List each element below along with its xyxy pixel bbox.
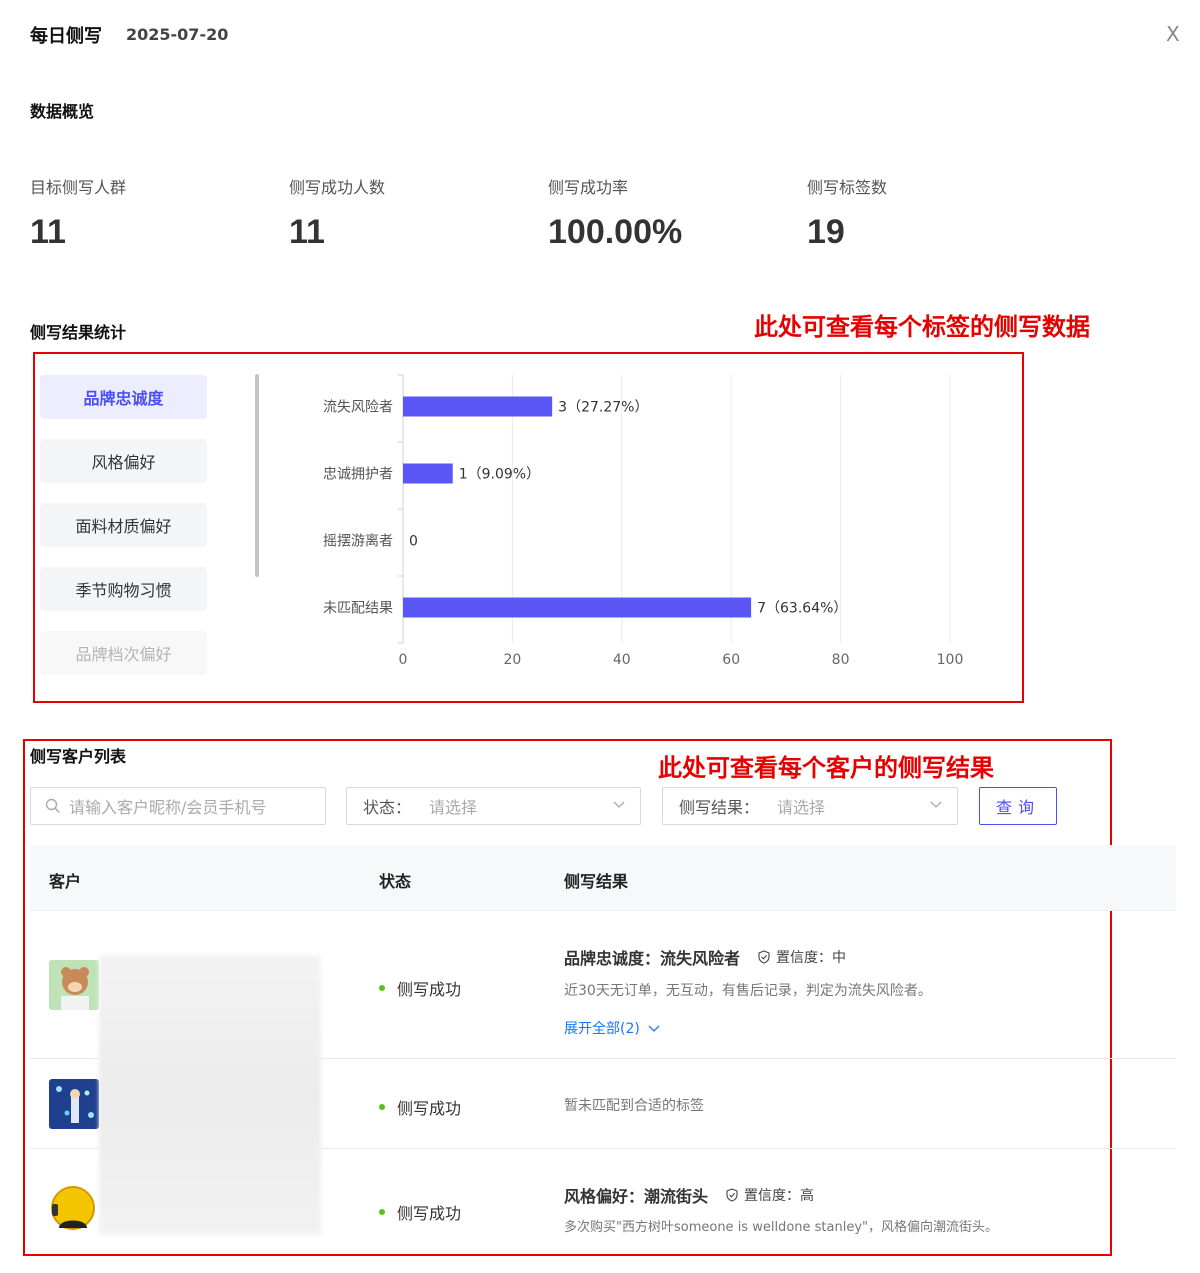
expand-all-label: 展开全部(2)	[564, 1021, 640, 1037]
stat-label-tag-count: 侧写标签数	[807, 178, 888, 197]
result-select-placeholder: 请选择	[777, 798, 826, 817]
status-select-placeholder: 请选择	[429, 798, 478, 817]
bar	[403, 396, 553, 417]
avatar[interactable]	[49, 960, 99, 1010]
y-category-label: 未匹配结果	[323, 601, 393, 617]
annotation-customer-results: 此处可查看每个客户的侧写结果	[658, 754, 994, 782]
avatar[interactable]	[49, 1079, 99, 1129]
result-description: 近30天无订单，无互动，有售后记录，判定为流失风险者。	[564, 983, 932, 999]
confidence-text: 置信度：高	[744, 1188, 815, 1204]
x-tick-label: 100	[937, 652, 964, 668]
y-category-label: 忠诚拥护者	[323, 467, 393, 483]
data-label: 1（9.09%）	[459, 467, 540, 483]
stat-value-success-count: 11	[289, 213, 325, 251]
status-text: 侧写成功	[397, 1099, 462, 1118]
confidence-text: 置信度：中	[776, 950, 847, 966]
drawer-title: 每日侧写	[30, 26, 102, 47]
status-dot	[379, 985, 385, 991]
query-button[interactable]: 查询	[979, 787, 1057, 825]
annotation-tag-data: 此处可查看每个标签的侧写数据	[754, 313, 1090, 341]
result-title: 品牌忠诚度：流失风险者 置信度：中	[564, 945, 846, 969]
shield-check-icon	[726, 1188, 738, 1202]
status-text: 侧写成功	[397, 980, 462, 999]
result-tag: 品牌忠诚度：流失风险者	[564, 949, 741, 968]
search-icon	[45, 798, 60, 813]
status-success: 侧写成功	[379, 976, 461, 1000]
y-category-label: 摇摆游离者	[323, 533, 393, 550]
tabs-scrollbar[interactable]	[255, 374, 259, 577]
stat-value-tag-count: 19	[807, 213, 845, 251]
x-tick-label: 40	[613, 652, 631, 668]
result-description: 多次购买"西方树叶someone is welldone stanley"，风格…	[564, 1220, 998, 1235]
chevron-down-icon	[929, 797, 943, 815]
result-description: 暂未匹配到合适的标签	[564, 1098, 704, 1114]
column-customer: 客户	[49, 872, 82, 891]
status-text: 侧写成功	[397, 1204, 462, 1223]
column-status: 状态	[379, 872, 412, 891]
stat-label-success-count: 侧写成功人数	[289, 178, 386, 197]
status-dot	[379, 1104, 385, 1110]
result-select-label: 侧写结果：	[679, 798, 760, 817]
search-input[interactable]: 请输入客户昵称/会员手机号	[30, 787, 326, 825]
report-date: 2025-07-20	[126, 25, 229, 44]
confidence: 置信度：中	[758, 947, 846, 967]
results-title: 侧写结果统计	[30, 323, 127, 342]
shield-check-icon	[758, 950, 770, 964]
result-tag: 风格偏好：潮流街头	[564, 1187, 709, 1206]
expand-all-link[interactable]: 展开全部(2)	[564, 1018, 660, 1038]
close-icon[interactable]: X	[1166, 22, 1180, 46]
status-success: 侧写成功	[379, 1200, 461, 1224]
result-title: 风格偏好：潮流街头 置信度：高	[564, 1183, 814, 1207]
tab-brand-loyalty[interactable]: 品牌忠诚度	[40, 375, 207, 419]
stat-label-target: 目标侧写人群	[30, 178, 127, 197]
bar	[403, 463, 453, 484]
tab-brand-tier-preference[interactable]: 品牌档次偏好	[40, 631, 207, 675]
status-success: 侧写成功	[379, 1095, 461, 1119]
chevron-down-icon	[612, 797, 626, 815]
x-tick-label: 60	[722, 652, 740, 668]
status-dot	[379, 1209, 385, 1215]
x-tick-label: 0	[399, 652, 408, 668]
bar	[403, 597, 752, 618]
tab-seasonal-habit[interactable]: 季节购物习惯	[40, 567, 207, 611]
y-category-label: 流失风险者	[323, 400, 393, 416]
x-tick-label: 80	[832, 652, 850, 668]
result-bar-chart: 0 20 40 60 80 100 流失风险者 3（27.27%） 忠诚拥护者 1（9.09%） 摇…	[323, 374, 964, 668]
stat-label-success-rate: 侧写成功率	[548, 178, 629, 197]
data-label: 0	[409, 534, 418, 550]
confidence: 置信度：高	[726, 1185, 814, 1205]
stat-value-success-rate: 100.00%	[548, 213, 683, 251]
data-label: 3（27.27%）	[558, 400, 648, 416]
result-select[interactable]: 侧写结果： 请选择	[662, 787, 958, 825]
x-tick-label: 20	[503, 652, 521, 668]
column-result: 侧写结果	[564, 872, 629, 891]
stat-value-target: 11	[30, 213, 66, 251]
customers-title: 侧写客户列表	[30, 747, 127, 766]
data-label: 7（63.64%）	[757, 601, 847, 617]
tab-style-preference[interactable]: 风格偏好	[40, 439, 207, 483]
overview-title: 数据概览	[30, 102, 95, 121]
search-placeholder: 请输入客户昵称/会员手机号	[69, 798, 267, 817]
tab-fabric-preference[interactable]: 面料材质偏好	[40, 503, 207, 547]
customer-names-blurred	[99, 955, 321, 1235]
chevron-down-icon	[648, 1025, 660, 1032]
avatar[interactable]	[49, 1184, 99, 1234]
status-select[interactable]: 状态： 请选择	[346, 787, 641, 825]
status-select-label: 状态：	[363, 798, 412, 817]
